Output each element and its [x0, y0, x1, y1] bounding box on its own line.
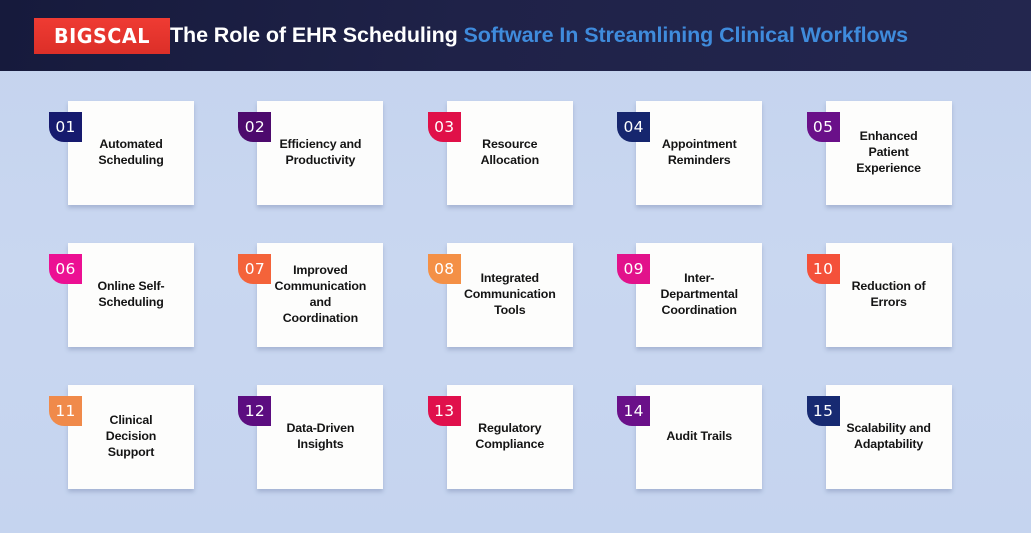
card-cell: 03 Resource Allocation	[421, 89, 610, 231]
feature-card[interactable]: Inter- Departmental Coordination	[636, 243, 763, 347]
feature-card-label: Resource Allocation	[480, 137, 540, 167]
page-header: BIGSCAL The Role of EHR Scheduling Softw…	[0, 0, 1031, 71]
feature-card-number-badge: 07	[238, 254, 272, 284]
feature-card-number-badge: 03	[427, 112, 461, 142]
card-cell: 14 Audit Trails	[610, 373, 799, 515]
logo-text: BIGSCAL	[54, 23, 150, 48]
card-cell: 09 Inter- Departmental Coordination	[610, 231, 799, 373]
feature-card[interactable]: Automated Scheduling	[68, 101, 194, 205]
feature-card-number: 08	[434, 260, 455, 278]
feature-card[interactable]: Reduction of Errors	[825, 243, 952, 347]
feature-card-number: 03	[434, 118, 455, 136]
feature-card-label: Improved Communication and Coordination	[274, 263, 367, 325]
feature-card[interactable]: Online Self- Scheduling	[68, 243, 194, 347]
feature-card-label: Efficiency and Productivity	[279, 137, 362, 167]
feature-card-number: 12	[244, 402, 266, 420]
feature-card-label: Integrated Communication Tools	[463, 271, 556, 317]
feature-card-number: 14	[623, 402, 644, 420]
feature-card[interactable]: Efficiency and Productivity	[257, 101, 384, 205]
card-cell: 08 Integrated Communication Tools	[421, 231, 610, 373]
feature-card-number-badge: 04	[617, 112, 651, 142]
feature-card[interactable]: Resource Allocation	[446, 101, 573, 205]
feature-card-label: Inter- Departmental Coordination	[660, 271, 738, 317]
feature-card-number-badge: 09	[617, 254, 651, 284]
card-cell: 07 Improved Communication and Coordinatio…	[231, 231, 420, 373]
feature-card-label: Regulatory Compliance	[475, 421, 545, 451]
feature-card-number-badge: 01	[49, 112, 82, 142]
card-cell: 01 Automated Scheduling	[42, 89, 231, 231]
page-title: The Role of EHR Scheduling Software In S…	[170, 23, 1031, 48]
cards-grid: 01 Automated Scheduling 02 Efficiency and P…	[0, 71, 1031, 533]
feature-card-number: 01	[55, 118, 76, 136]
feature-card-label: Data-Driven Insights	[286, 421, 355, 451]
feature-card[interactable]: Clinical Decision Support	[68, 385, 194, 489]
feature-card-number: 10	[812, 260, 834, 278]
feature-card-label: Automated Scheduling	[98, 137, 164, 167]
feature-card[interactable]: Enhanced Patient Experience	[825, 101, 952, 205]
feature-card-number-badge: 13	[427, 396, 461, 426]
feature-card-label: Online Self- Scheduling	[97, 279, 165, 309]
feature-card-number: 09	[623, 260, 644, 278]
card-cell: 02 Efficiency and Productivity	[231, 89, 420, 231]
card-cell: 11 Clinical Decision Support	[42, 373, 231, 515]
feature-card-number-badge: 15	[806, 396, 840, 426]
feature-card-number: 15	[812, 402, 834, 420]
feature-card-number-badge: 12	[238, 396, 272, 426]
feature-card-number: 13	[434, 402, 455, 420]
card-cell: 06 Online Self- Scheduling	[42, 231, 231, 373]
feature-card-number-badge: 05	[806, 112, 840, 142]
card-cell: 05 Enhanced Patient Experience	[800, 89, 989, 231]
feature-card[interactable]: Integrated Communication Tools	[446, 243, 573, 347]
feature-card-number-badge: 06	[49, 254, 82, 284]
feature-card-number-badge: 11	[49, 396, 82, 426]
card-cell: 04 Appointment Reminders	[610, 89, 799, 231]
feature-card-label: Reduction of Errors	[851, 279, 926, 309]
feature-card-number-badge: 08	[427, 254, 461, 284]
feature-card[interactable]: Regulatory Compliance	[446, 385, 573, 489]
feature-card-number: 04	[623, 118, 644, 136]
bigscal-logo: BIGSCAL	[34, 17, 170, 54]
feature-card-number: 05	[812, 118, 834, 136]
feature-card-label: Enhanced Patient Experience	[856, 129, 921, 175]
feature-card-number: 06	[55, 260, 76, 278]
feature-card-number: 11	[55, 402, 76, 420]
page-title-primary: The Role of EHR Scheduling	[170, 23, 464, 47]
feature-card[interactable]: Data-Driven Insights	[257, 385, 384, 489]
feature-card-label: Clinical Decision Support	[105, 413, 157, 459]
card-cell: 13 Regulatory Compliance	[421, 373, 610, 515]
card-cell: 15 Scalability and Adaptability	[800, 373, 989, 515]
feature-card-number: 07	[244, 260, 266, 278]
feature-card[interactable]: Scalability and Adaptability	[825, 385, 952, 489]
feature-card[interactable]: Audit Trails	[636, 385, 763, 489]
card-cell: 12 Data-Driven Insights	[231, 373, 420, 515]
feature-card-number-badge: 10	[806, 254, 840, 284]
feature-card-label: Appointment Reminders	[661, 137, 737, 167]
page-title-accent: Software In Streamlining Clinical Workfl…	[463, 23, 909, 47]
card-cell: 10 Reduction of Errors	[800, 231, 989, 373]
feature-card-label: Audit Trails	[666, 429, 733, 444]
feature-card-label: Scalability and Adaptability	[846, 421, 931, 451]
feature-card-number-badge: 02	[238, 112, 272, 142]
feature-card-number-badge: 14	[617, 396, 651, 426]
feature-card-number: 02	[244, 118, 266, 136]
feature-card[interactable]: Appointment Reminders	[636, 101, 763, 205]
feature-card[interactable]: Improved Communication and Coordination	[257, 243, 384, 347]
infographic-root: BIGSCAL The Role of EHR Scheduling Softw…	[0, 0, 1031, 533]
